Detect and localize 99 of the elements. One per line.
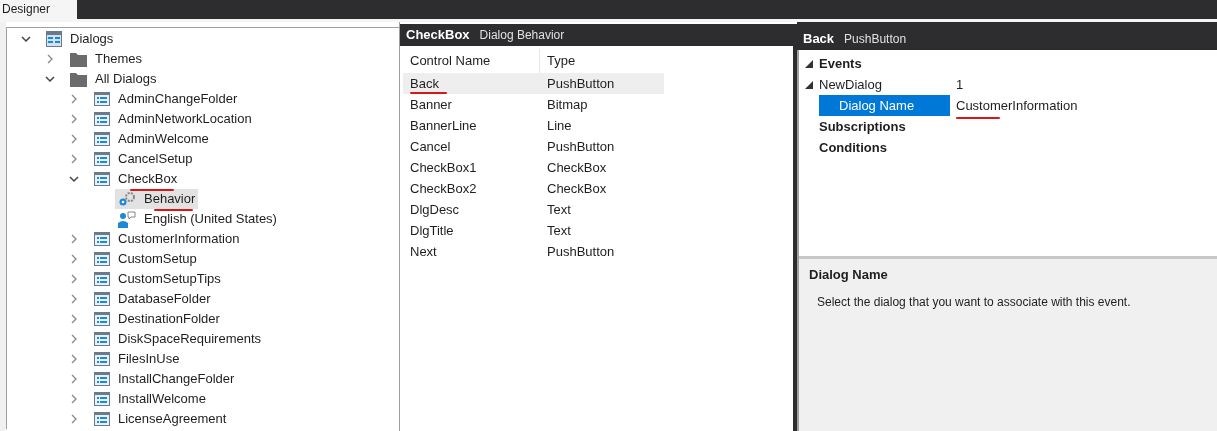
help-text: Select the dialog that you want to associate with this event. bbox=[816, 293, 1132, 311]
table-cell: Next bbox=[410, 243, 437, 259]
dialog-icon bbox=[94, 92, 110, 106]
folder-icon bbox=[70, 71, 87, 87]
chevron-right-icon[interactable] bbox=[69, 354, 79, 364]
tree-item[interactable]: FilesInUse bbox=[91, 349, 183, 369]
tree-item[interactable]: InstallChangeFolder bbox=[91, 369, 238, 389]
table-cell: DlgDesc bbox=[410, 201, 460, 217]
table-cell: CheckBox2 bbox=[410, 180, 477, 196]
table-cell: Bitmap bbox=[547, 96, 588, 112]
tree-item[interactable]: DestinationFolder bbox=[91, 309, 223, 329]
dialog-icon bbox=[94, 132, 110, 146]
table-row[interactable]: Banner Bitmap bbox=[403, 94, 664, 115]
table-cell: BannerLine bbox=[410, 117, 477, 133]
dialog-icon bbox=[94, 292, 110, 306]
table-cell: PushButton bbox=[547, 243, 615, 259]
tree-item[interactable]: Dialogs bbox=[43, 29, 117, 49]
help-title: Dialog Name bbox=[809, 266, 889, 284]
user-speech-icon bbox=[118, 210, 136, 228]
folder-icon bbox=[70, 51, 87, 67]
table-cell: Text bbox=[547, 222, 571, 238]
property-value: CustomerInformation bbox=[956, 95, 1078, 116]
table-cell: CheckBox bbox=[547, 159, 607, 175]
tree-item[interactable]: DatabaseFolder bbox=[91, 289, 214, 309]
table-row[interactable]: DlgDesc Text bbox=[403, 199, 664, 220]
chevron-right-icon[interactable] bbox=[69, 394, 79, 404]
chevron-down-icon[interactable] bbox=[21, 34, 31, 44]
dialog-icon bbox=[94, 172, 110, 186]
dialog-icon bbox=[94, 332, 110, 346]
table-row[interactable]: DlgTitle Text bbox=[403, 220, 664, 241]
chevron-right-icon[interactable] bbox=[69, 94, 79, 104]
table-row[interactable]: CheckBox1 CheckBox bbox=[403, 157, 664, 178]
tree-item[interactable]: CustomerInformation bbox=[91, 229, 243, 249]
dialog-icon bbox=[94, 412, 110, 426]
chevron-right-icon[interactable] bbox=[69, 374, 79, 384]
dialog-icon bbox=[94, 252, 110, 266]
table-row[interactable]: BannerLine Line bbox=[403, 115, 664, 136]
chevron-right-icon[interactable] bbox=[69, 274, 79, 284]
dialogs-icon bbox=[46, 31, 62, 47]
tree-item[interactable]: Themes bbox=[67, 49, 145, 69]
table-cell: CheckBox bbox=[547, 180, 607, 196]
column-header[interactable]: Type bbox=[540, 49, 664, 73]
chevron-right-icon[interactable] bbox=[69, 294, 79, 304]
chevron-down-icon[interactable] bbox=[45, 74, 55, 84]
panel-header: CheckBox Dialog Behavior bbox=[400, 24, 797, 46]
property-group[interactable]: Events bbox=[819, 53, 862, 74]
dialog-icon bbox=[94, 392, 110, 406]
expanded-triangle-icon[interactable] bbox=[805, 59, 813, 68]
chevron-right-icon[interactable] bbox=[69, 254, 79, 264]
chevron-right-icon[interactable] bbox=[69, 114, 79, 124]
expanded-triangle-icon[interactable] bbox=[805, 80, 813, 89]
tree-item[interactable]: DiskSpaceRequirements bbox=[91, 329, 265, 349]
tree-item[interactable]: AdminChangeFolder bbox=[91, 89, 241, 109]
dialog-icon bbox=[94, 232, 110, 246]
dialog-icon bbox=[94, 312, 110, 326]
property-name[interactable]: NewDialog bbox=[819, 74, 956, 95]
chevron-right-icon[interactable] bbox=[69, 154, 79, 164]
tree-item[interactable]: All Dialogs bbox=[67, 69, 160, 89]
table-cell: Cancel bbox=[410, 138, 451, 154]
gears-icon bbox=[118, 191, 136, 207]
dialog-icon bbox=[94, 272, 110, 286]
tree-item[interactable]: AdminNetworkLocation bbox=[91, 109, 255, 129]
table-cell: Back bbox=[410, 75, 439, 91]
table-cell: PushButton bbox=[547, 138, 615, 154]
property-value: 1 bbox=[956, 75, 964, 94]
dialog-icon bbox=[94, 372, 110, 386]
table-cell: Banner bbox=[410, 96, 452, 112]
table-cell: Text bbox=[547, 201, 571, 217]
tree-item[interactable]: CancelSetup bbox=[91, 149, 196, 169]
property-name[interactable]: Dialog Name bbox=[819, 95, 950, 116]
tree-item[interactable]: Behavior bbox=[115, 189, 199, 209]
tree-item[interactable]: CustomSetup bbox=[91, 249, 200, 269]
tab[interactable]: Designer bbox=[0, 0, 77, 19]
chevron-right-icon[interactable] bbox=[69, 414, 79, 424]
chevron-right-icon[interactable] bbox=[45, 54, 55, 64]
tree-item[interactable]: English (United States) bbox=[115, 209, 280, 229]
table-row[interactable]: CheckBox2 CheckBox bbox=[403, 178, 664, 199]
chevron-right-icon[interactable] bbox=[69, 134, 79, 144]
dialog-icon bbox=[94, 152, 110, 166]
tree-item[interactable]: CheckBox bbox=[91, 169, 181, 189]
tree-item[interactable]: InstallWelcome bbox=[91, 389, 209, 409]
table-cell: Line bbox=[547, 117, 572, 133]
chevron-right-icon[interactable] bbox=[69, 314, 79, 324]
chevron-right-icon[interactable] bbox=[69, 334, 79, 344]
chevron-right-icon[interactable] bbox=[69, 234, 79, 244]
table-row[interactable]: Back PushButton bbox=[403, 73, 664, 94]
property-group[interactable]: Subscriptions bbox=[819, 116, 906, 137]
table-cell: PushButton bbox=[547, 75, 615, 91]
table-row[interactable]: Next PushButton bbox=[403, 241, 664, 262]
table-cell: CheckBox1 bbox=[410, 159, 477, 175]
property-group[interactable]: Conditions bbox=[819, 137, 887, 158]
dialog-icon bbox=[94, 352, 110, 366]
tree-item[interactable]: AdminWelcome bbox=[91, 129, 212, 149]
tree-item[interactable]: CustomSetupTips bbox=[91, 269, 224, 289]
table-row[interactable]: Cancel PushButton bbox=[403, 136, 664, 157]
chevron-down-icon[interactable] bbox=[69, 174, 79, 184]
table-cell: DlgTitle bbox=[410, 222, 454, 238]
dialog-icon bbox=[94, 112, 110, 126]
tree-item[interactable]: LicenseAgreement bbox=[91, 409, 230, 429]
